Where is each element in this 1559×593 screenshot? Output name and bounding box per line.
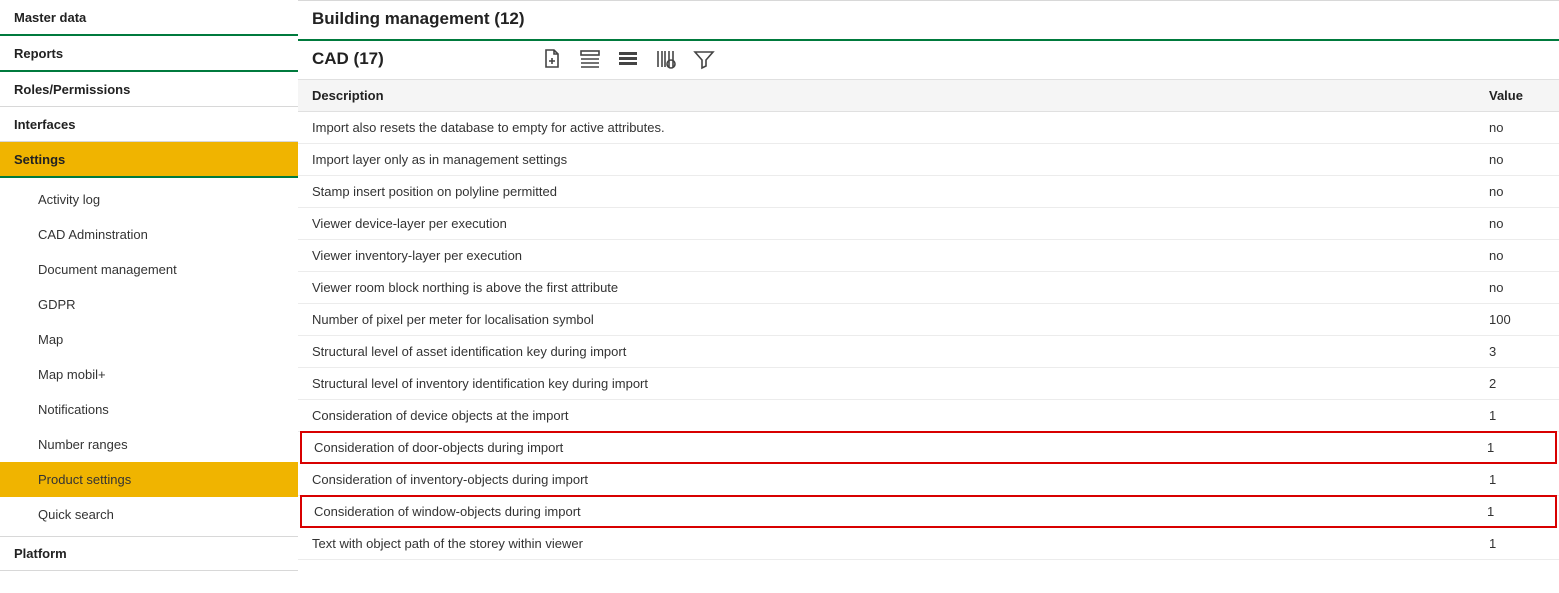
cell-description: Viewer inventory-layer per execution (312, 248, 1489, 263)
sidebar-subitem-gdpr[interactable]: GDPR (0, 287, 298, 322)
cell-description: Stamp insert position on polyline permit… (312, 184, 1489, 199)
sidebar-item-settings[interactable]: Settings (0, 142, 298, 178)
sidebar-subitem-number-ranges[interactable]: Number ranges (0, 427, 298, 462)
cell-description: Number of pixel per meter for localisati… (312, 312, 1489, 327)
cell-value: no (1489, 216, 1545, 231)
table-row[interactable]: Consideration of inventory-objects durin… (298, 464, 1559, 496)
table-row[interactable]: Import layer only as in management setti… (298, 144, 1559, 176)
cell-description: Structural level of asset identification… (312, 344, 1489, 359)
cell-description: Structural level of inventory identifica… (312, 376, 1489, 391)
sidebar-subitem-document-management[interactable]: Document management (0, 252, 298, 287)
sidebar-sublist: Activity logCAD AdminstrationDocument ma… (0, 178, 298, 536)
cell-value: 1 (1487, 440, 1543, 455)
sidebar: Master dataReportsRoles/PermissionsInter… (0, 0, 298, 571)
sidebar-subitem-map-mobil-[interactable]: Map mobil+ (0, 357, 298, 392)
table-row[interactable]: Text with object path of the storey with… (298, 528, 1559, 560)
table-row[interactable]: Viewer room block northing is above the … (298, 272, 1559, 304)
cell-value: 3 (1489, 344, 1545, 359)
sidebar-subitem-notifications[interactable]: Notifications (0, 392, 298, 427)
cell-value: no (1489, 248, 1545, 263)
sidebar-item-interfaces[interactable]: Interfaces (0, 107, 298, 142)
table-row[interactable]: Viewer device-layer per executionno (298, 208, 1559, 240)
cell-description: Consideration of door-objects during imp… (314, 440, 1487, 455)
barcode-icon[interactable] (654, 47, 678, 71)
cell-description: Viewer device-layer per execution (312, 216, 1489, 231)
table-compact-icon[interactable] (578, 47, 602, 71)
new-document-icon[interactable] (540, 47, 564, 71)
sidebar-subitem-product-settings[interactable]: Product settings (0, 462, 298, 497)
cell-value: no (1489, 120, 1545, 135)
cell-description: Import also resets the database to empty… (312, 120, 1489, 135)
sidebar-subitem-cad-adminstration[interactable]: CAD Adminstration (0, 217, 298, 252)
table-row[interactable]: Viewer inventory-layer per executionno (298, 240, 1559, 272)
cell-value: 1 (1489, 408, 1545, 423)
cell-value: 1 (1489, 472, 1545, 487)
toolbar-title: CAD (17) (312, 49, 540, 69)
cell-description: Consideration of window-objects during i… (314, 504, 1487, 519)
cell-value: no (1489, 152, 1545, 167)
column-header-description[interactable]: Description (312, 88, 1489, 103)
sidebar-item-reports[interactable]: Reports (0, 36, 298, 72)
cell-value: 2 (1489, 376, 1545, 391)
cell-description: Import layer only as in management setti… (312, 152, 1489, 167)
table-row[interactable]: Consideration of window-objects during i… (300, 495, 1557, 528)
cell-description: Viewer room block northing is above the … (312, 280, 1489, 295)
sidebar-subitem-map[interactable]: Map (0, 322, 298, 357)
main-panel: Building management (12) CAD (17) (298, 0, 1559, 571)
table-row[interactable]: Number of pixel per meter for localisati… (298, 304, 1559, 336)
cell-value: no (1489, 184, 1545, 199)
sidebar-item-platform[interactable]: Platform (0, 536, 298, 571)
table-row[interactable]: Import also resets the database to empty… (298, 112, 1559, 144)
toolbar: CAD (17) (298, 41, 1559, 80)
sidebar-item-master-data[interactable]: Master data (0, 0, 298, 36)
filter-icon[interactable] (692, 47, 716, 71)
table-row[interactable]: Stamp insert position on polyline permit… (298, 176, 1559, 208)
sidebar-subitem-activity-log[interactable]: Activity log (0, 182, 298, 217)
table-row[interactable]: Consideration of door-objects during imp… (300, 431, 1557, 464)
table-row[interactable]: Structural level of inventory identifica… (298, 368, 1559, 400)
cell-value: 100 (1489, 312, 1545, 327)
cell-description: Text with object path of the storey with… (312, 536, 1489, 551)
table-row[interactable]: Structural level of asset identification… (298, 336, 1559, 368)
table-row[interactable]: Consideration of device objects at the i… (298, 400, 1559, 432)
cell-value: 1 (1489, 536, 1545, 551)
page-title: Building management (12) (298, 1, 1559, 41)
sidebar-subitem-quick-search[interactable]: Quick search (0, 497, 298, 532)
list-view-icon[interactable] (616, 47, 640, 71)
sidebar-item-roles-permissions[interactable]: Roles/Permissions (0, 72, 298, 107)
table-header: Description Value (298, 80, 1559, 112)
cell-description: Consideration of device objects at the i… (312, 408, 1489, 423)
table-body: Import also resets the database to empty… (298, 112, 1559, 560)
cell-value: 1 (1487, 504, 1543, 519)
cell-description: Consideration of inventory-objects durin… (312, 472, 1489, 487)
cell-value: no (1489, 280, 1545, 295)
column-header-value[interactable]: Value (1489, 88, 1545, 103)
